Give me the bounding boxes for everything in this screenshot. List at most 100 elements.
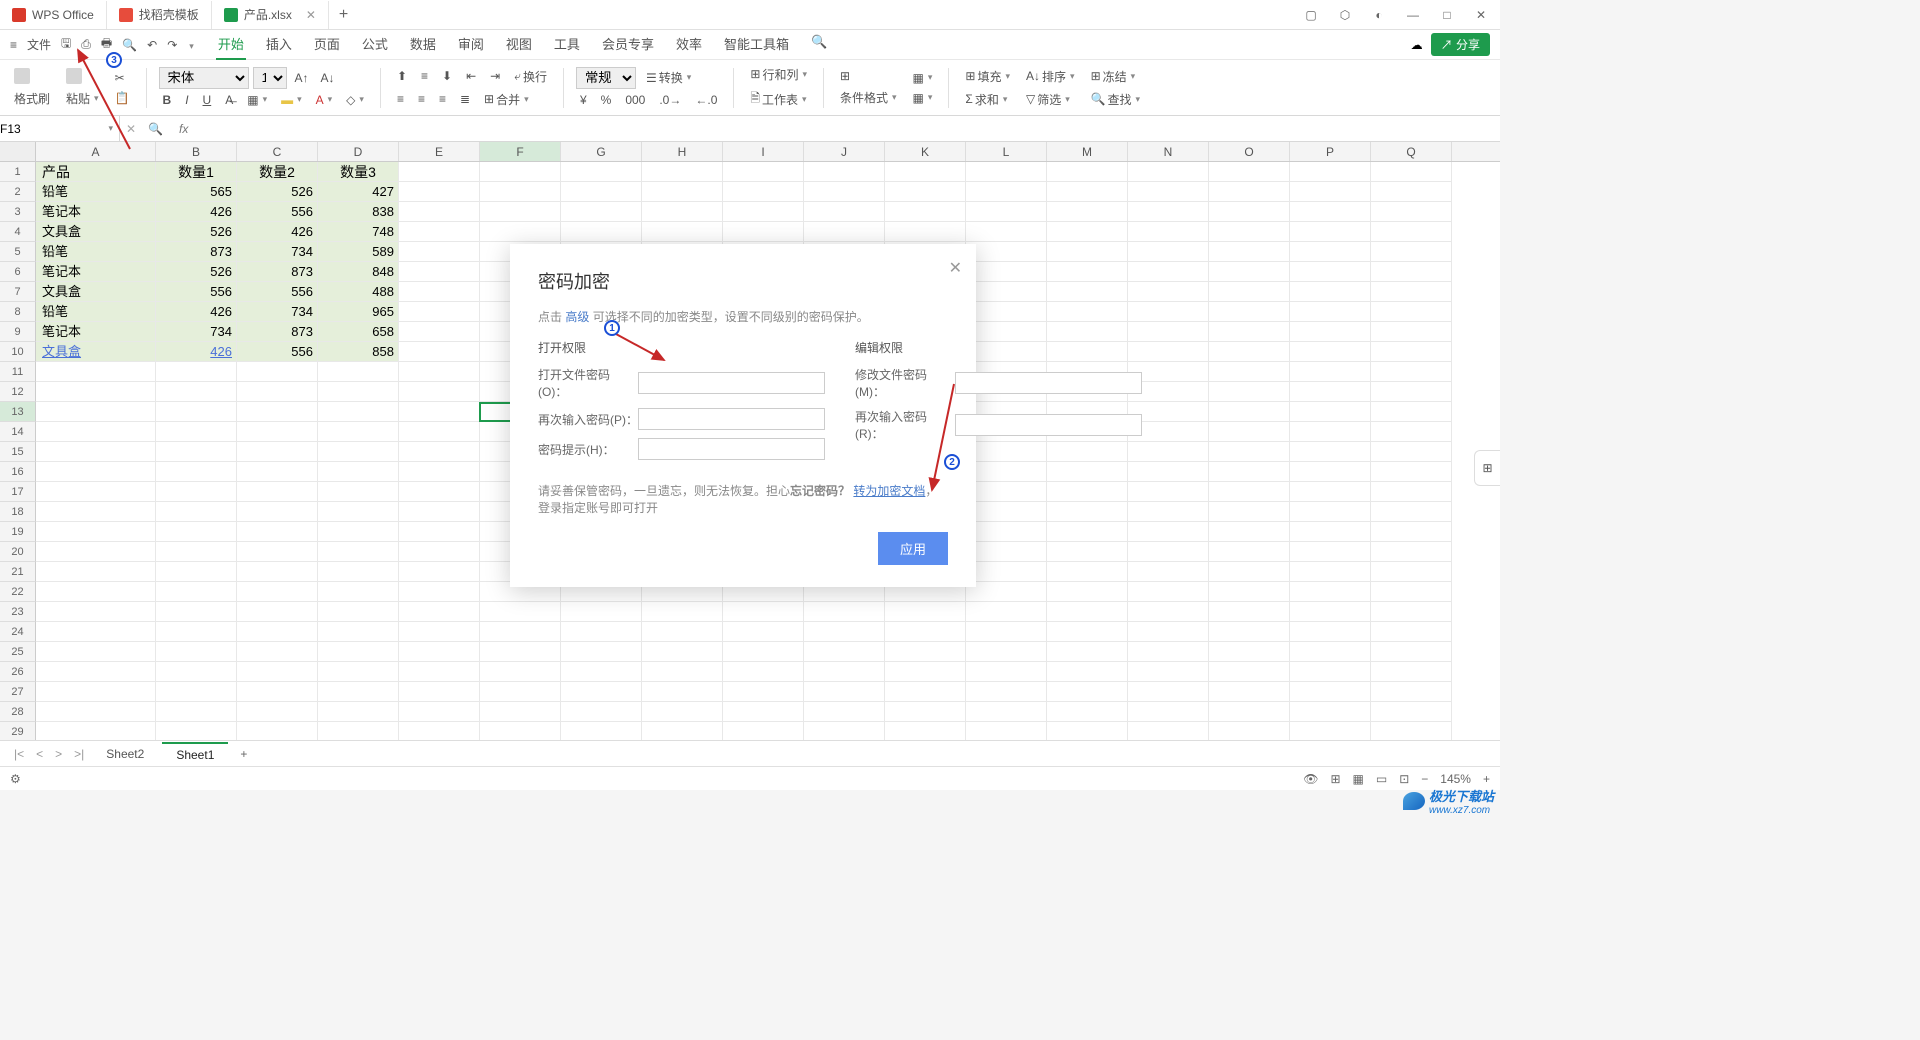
freeze-button[interactable]: ⊞冻结 [1087,66,1145,87]
cell[interactable] [1209,202,1290,222]
cell[interactable] [399,182,480,202]
cell[interactable]: 数量3 [318,162,399,182]
tab-start[interactable]: 开始 [216,29,246,60]
cell[interactable] [156,382,237,402]
cell[interactable]: 426 [156,202,237,222]
col-header[interactable]: Q [1371,142,1452,161]
clear-icon[interactable]: ◇ [342,91,368,109]
cell[interactable] [1371,442,1452,462]
cell[interactable] [1128,702,1209,722]
cell[interactable]: 526 [156,262,237,282]
cell[interactable] [1047,562,1128,582]
cell[interactable] [36,722,156,740]
cell[interactable] [36,502,156,522]
cell[interactable] [642,642,723,662]
cell[interactable] [804,182,885,202]
font-color-icon[interactable]: A [312,91,337,109]
italic-icon[interactable]: I [181,91,192,109]
cell[interactable] [1047,282,1128,302]
cell[interactable] [966,602,1047,622]
col-header[interactable]: P [1290,142,1371,161]
cell[interactable]: 铅笔 [36,182,156,202]
cell[interactable] [561,202,642,222]
cell[interactable] [1209,542,1290,562]
cell[interactable] [1047,642,1128,662]
cell[interactable]: 数量1 [156,162,237,182]
tab-templates[interactable]: 找稻壳模板 [107,1,212,29]
col-header[interactable]: G [561,142,642,161]
normal-view-icon[interactable]: ▦ [1353,772,1364,786]
cell[interactable] [1128,222,1209,242]
col-header[interactable]: C [237,142,318,161]
row-header[interactable]: 1 [0,162,36,182]
cell[interactable] [561,622,642,642]
cell[interactable] [1371,502,1452,522]
cell[interactable] [1371,682,1452,702]
cell[interactable] [318,542,399,562]
cell[interactable] [966,562,1047,582]
col-header[interactable]: L [966,142,1047,161]
cell[interactable] [966,482,1047,502]
cell[interactable] [318,382,399,402]
cell[interactable] [318,722,399,740]
cell[interactable] [885,222,966,242]
col-header[interactable]: I [723,142,804,161]
cell[interactable] [1047,182,1128,202]
cell[interactable] [723,722,804,740]
cell[interactable] [1128,542,1209,562]
align-bottom-icon[interactable]: ⬇ [438,66,456,87]
cell[interactable] [1209,622,1290,642]
tab-wps-home[interactable]: WPS Office [0,1,107,29]
cell[interactable] [480,222,561,242]
cell[interactable] [399,442,480,462]
cell[interactable] [156,602,237,622]
cell[interactable] [318,622,399,642]
style2-icon[interactable]: ▦ [909,89,937,107]
cell[interactable] [399,482,480,502]
strike-icon[interactable]: A̶ [221,91,237,109]
cell[interactable] [1290,202,1371,222]
cell[interactable]: 426 [156,342,237,362]
cell[interactable] [1128,642,1209,662]
cell[interactable] [318,602,399,622]
cell[interactable] [1047,702,1128,722]
cell[interactable] [1209,662,1290,682]
cancel-icon[interactable]: ✕ [120,122,142,136]
cell[interactable]: 556 [237,202,318,222]
apply-button[interactable]: 应用 [878,532,948,565]
cell[interactable] [36,642,156,662]
cell[interactable] [642,722,723,740]
cell[interactable] [156,442,237,462]
cell[interactable] [1290,462,1371,482]
cell[interactable] [237,642,318,662]
cell[interactable] [966,502,1047,522]
paste-label[interactable]: 粘贴 [62,88,103,109]
zoom-fx-icon[interactable]: 🔍 [142,122,169,136]
align-center-icon[interactable]: ≡ [414,89,429,110]
tab-insert[interactable]: 插入 [264,29,294,60]
cell[interactable] [642,602,723,622]
tab-tools[interactable]: 工具 [552,29,582,60]
cell[interactable] [966,222,1047,242]
cell[interactable] [723,202,804,222]
cell[interactable] [1290,182,1371,202]
sheet-tab[interactable]: Sheet2 [92,743,158,765]
cell[interactable] [723,602,804,622]
password-hint-input[interactable] [638,438,825,460]
cell[interactable] [804,622,885,642]
redo-icon[interactable]: ↷ [167,38,177,52]
cell[interactable] [804,722,885,740]
cell[interactable] [885,602,966,622]
cell[interactable]: 铅笔 [36,302,156,322]
cell[interactable] [399,302,480,322]
style-icon[interactable]: ▦ [909,69,937,87]
window-close-icon[interactable]: ✕ [1472,8,1490,22]
cell[interactable] [1209,502,1290,522]
cell[interactable] [1209,582,1290,602]
indent-left-icon[interactable]: ⇤ [462,66,480,87]
tab-document[interactable]: 产品.xlsx✕ [212,1,329,29]
row-header[interactable]: 25 [0,642,36,662]
cell[interactable] [1047,722,1128,740]
cell[interactable] [642,222,723,242]
cell[interactable] [1371,162,1452,182]
